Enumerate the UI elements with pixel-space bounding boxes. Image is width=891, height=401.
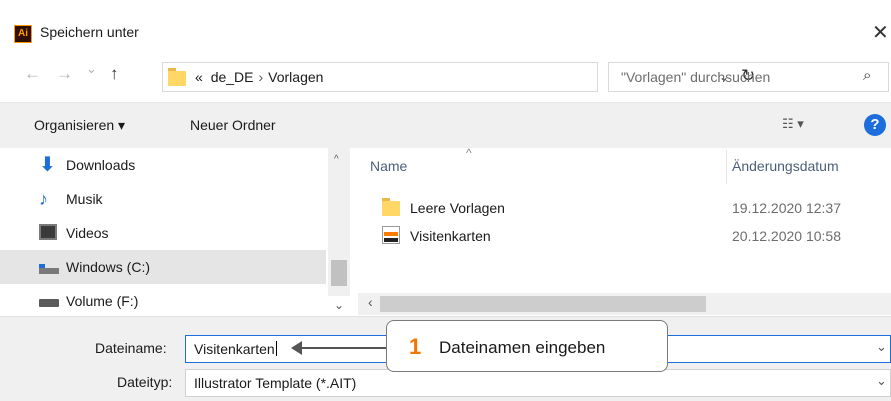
scroll-up-icon[interactable]: ^ bbox=[334, 154, 339, 165]
search-placeholder: "Vorlagen" durchsuchen bbox=[621, 69, 771, 85]
scroll-down-icon[interactable]: ⌄ bbox=[334, 298, 344, 312]
callout-text: Dateinamen eingeben bbox=[439, 338, 606, 357]
new-folder-button[interactable]: Neuer Ordner bbox=[190, 117, 276, 133]
sidebar-item-label: Windows (C:) bbox=[66, 259, 151, 275]
forward-arrow-icon[interactable]: → bbox=[56, 64, 73, 84]
chevron-down-icon[interactable]: ⌄ bbox=[876, 339, 887, 355]
filename-value[interactable]: Visitenkarten bbox=[194, 341, 277, 357]
ai-template-file-icon bbox=[382, 226, 400, 244]
column-header-date[interactable]: Änderungsdatum bbox=[732, 158, 839, 174]
sidebar-item-label: Videos bbox=[66, 225, 109, 241]
drive-icon bbox=[39, 264, 59, 274]
breadcrumb: « de_DE › Vorlagen bbox=[195, 69, 323, 85]
sort-indicator-icon: ^ bbox=[466, 146, 472, 160]
volume-drive-icon bbox=[39, 299, 59, 307]
sidebar-item-videos[interactable]: Videos bbox=[0, 216, 326, 250]
search-icon[interactable]: ⌕ bbox=[863, 67, 871, 84]
filetype-value: Illustrator Template (*.AIT) bbox=[194, 375, 357, 391]
folder-icon bbox=[168, 68, 186, 86]
sidebar-item-downloads[interactable]: ⬇ Downloads bbox=[0, 148, 326, 182]
sidebar-item-musik[interactable]: ♪ Musik bbox=[0, 182, 326, 216]
view-options-icon[interactable]: ☷ ▾ bbox=[782, 116, 804, 132]
filetype-label: Dateityp: bbox=[117, 374, 173, 390]
filename-label: Dateiname: bbox=[95, 340, 167, 356]
file-date: 19.12.2020 12:37 bbox=[732, 200, 841, 216]
video-icon bbox=[39, 224, 57, 240]
folder-icon bbox=[382, 198, 400, 216]
file-row[interactable]: Visitenkarten 20.12.2020 10:58 bbox=[358, 224, 891, 248]
breadcrumb-separator[interactable]: › bbox=[259, 69, 264, 85]
scroll-left-icon[interactable]: ‹ bbox=[368, 294, 373, 310]
file-date: 20.12.2020 10:58 bbox=[732, 228, 841, 244]
sidebar-item-windows-c[interactable]: Windows (C:) bbox=[0, 250, 326, 284]
navigation-pane: ⬇ Downloads ♪ Musik Videos Windows (C:) … bbox=[0, 148, 358, 316]
illustrator-app-icon: Ai bbox=[14, 25, 32, 43]
navigation-bar: ← → ⌄ ↑ « de_DE › Vorlagen ⌄ ↻ "Vorlagen" … bbox=[0, 52, 891, 102]
horizontal-scroll-thumb[interactable] bbox=[380, 296, 706, 312]
search-input[interactable]: "Vorlagen" durchsuchen ⌕ bbox=[608, 62, 889, 92]
filetype-select[interactable]: Illustrator Template (*.AIT) ⌄ bbox=[185, 369, 891, 397]
callout-number: 1 bbox=[409, 334, 422, 359]
music-icon: ♪ bbox=[39, 189, 48, 209]
breadcrumb-item[interactable]: Vorlagen bbox=[268, 69, 323, 85]
callout-box: 1 Dateinamen eingeben bbox=[386, 320, 668, 372]
sidebar-item-label: Downloads bbox=[66, 157, 136, 173]
command-toolbar: Organisieren ▾ Neuer Ordner ☷ ▾ ? bbox=[0, 102, 891, 148]
column-divider[interactable] bbox=[726, 150, 727, 184]
help-icon[interactable]: ? bbox=[864, 114, 886, 136]
window-title: Speichern unter bbox=[40, 24, 139, 40]
recent-locations-icon[interactable]: ⌄ bbox=[86, 61, 97, 77]
column-header-name[interactable]: Name bbox=[370, 158, 407, 174]
file-list: Name ^ Änderungsdatum Leere Vorlagen 19.… bbox=[358, 146, 891, 316]
close-icon[interactable]: ✕ bbox=[872, 20, 889, 45]
horizontal-scrollbar[interactable]: ‹ bbox=[358, 293, 891, 315]
title-bar: Ai Speichern unter ✕ bbox=[0, 0, 891, 52]
sidebar-item-label: Musik bbox=[66, 191, 103, 207]
address-bar[interactable]: « de_DE › Vorlagen ⌄ ↻ bbox=[162, 62, 755, 92]
organize-menu-button[interactable]: Organisieren ▾ bbox=[34, 117, 125, 134]
chevron-down-icon[interactable]: ⌄ bbox=[876, 373, 887, 389]
file-name: Leere Vorlagen bbox=[410, 200, 505, 216]
sidebar-scroll-thumb[interactable] bbox=[331, 260, 347, 286]
callout-arrow-head bbox=[291, 341, 302, 355]
breadcrumb-item[interactable]: de_DE bbox=[211, 69, 254, 85]
sidebar-item-volume-f[interactable]: Volume (F:) bbox=[0, 284, 326, 318]
back-arrow-icon[interactable]: ← bbox=[24, 64, 41, 84]
file-row[interactable]: Leere Vorlagen 19.12.2020 12:37 bbox=[358, 196, 891, 220]
file-name: Visitenkarten bbox=[410, 228, 491, 244]
text-caret bbox=[275, 341, 277, 356]
breadcrumb-overflow[interactable]: « bbox=[195, 69, 203, 85]
callout-arrow-line bbox=[300, 347, 386, 349]
download-icon: ⬇ bbox=[39, 154, 56, 176]
sidebar-item-label: Volume (F:) bbox=[66, 293, 139, 309]
up-arrow-icon[interactable]: ↑ bbox=[110, 64, 119, 84]
